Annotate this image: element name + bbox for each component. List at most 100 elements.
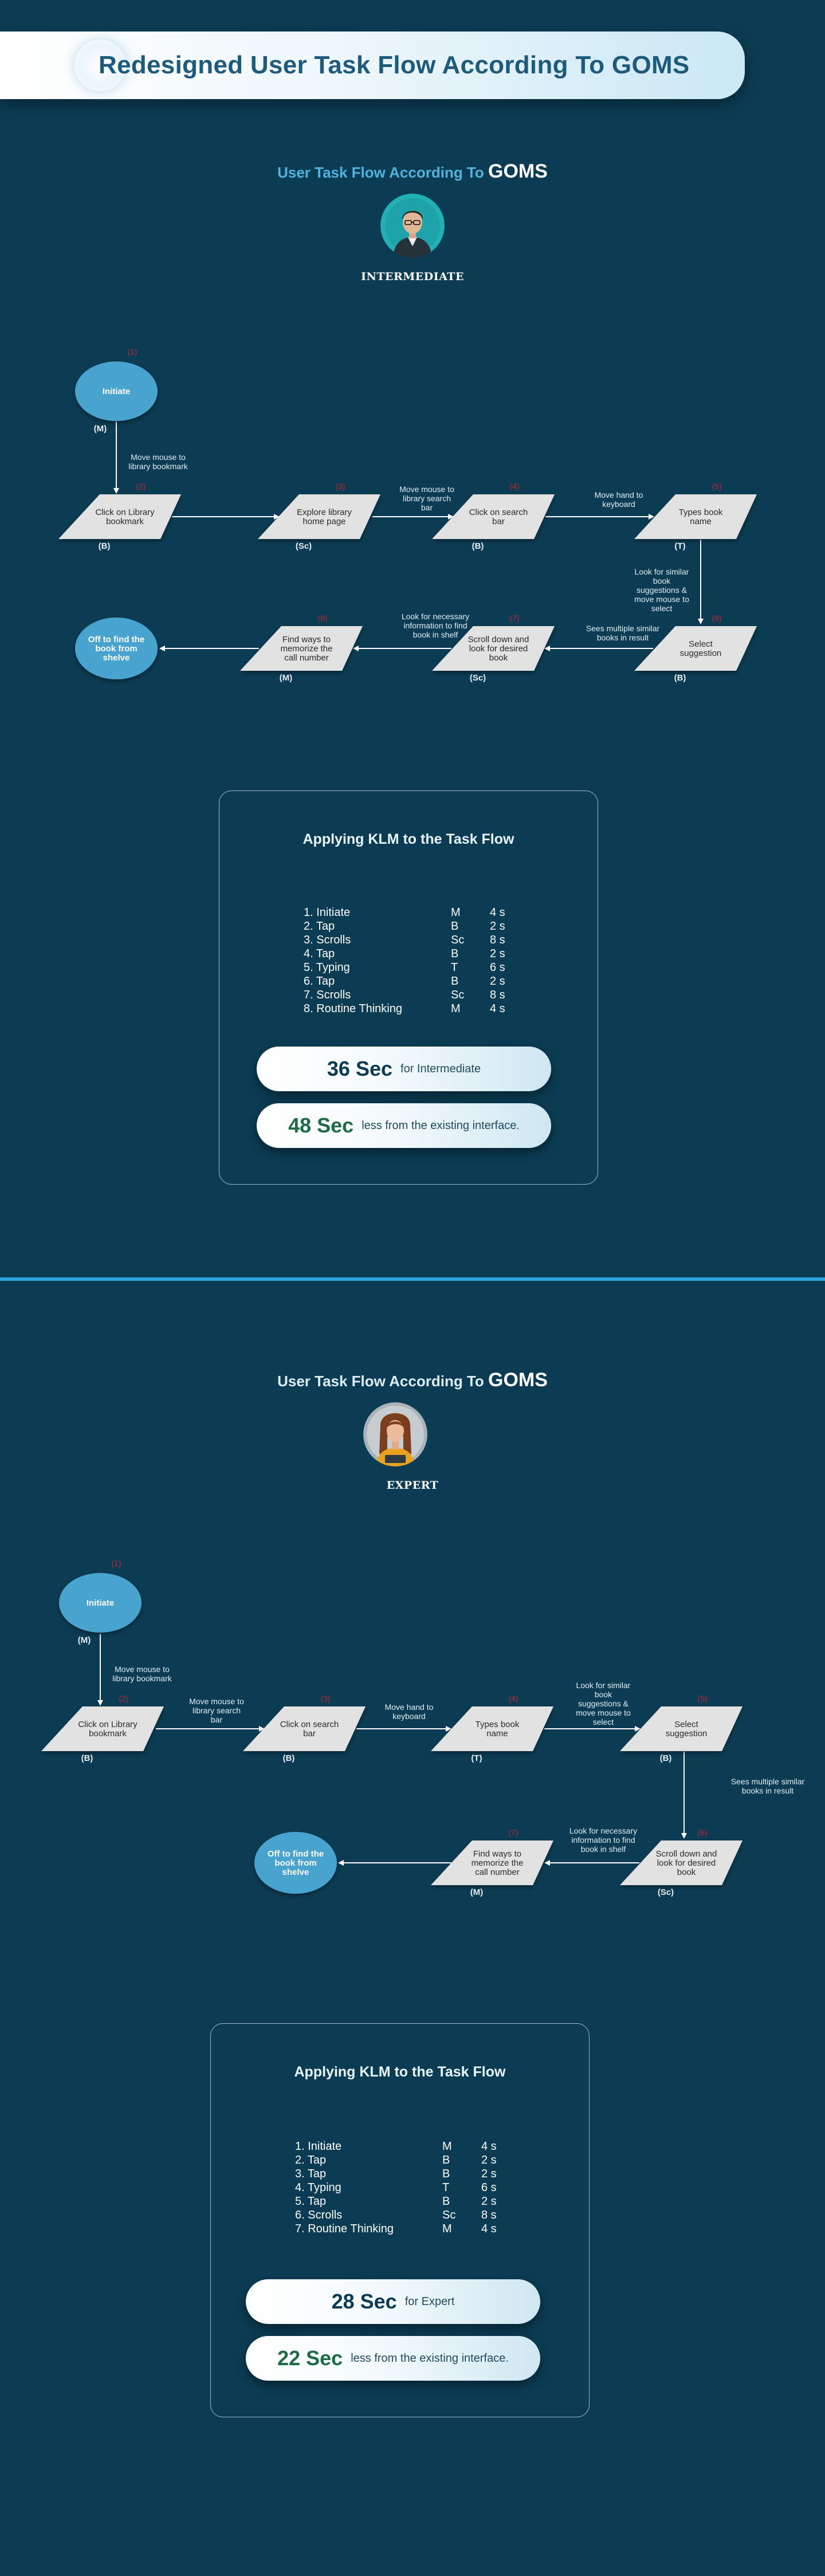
edge-label: information to find bbox=[571, 1835, 635, 1845]
node-label: look for desired bbox=[469, 644, 528, 654]
klm-operator-code: M bbox=[451, 906, 461, 919]
klm-step-name: 2. Tap bbox=[304, 920, 335, 933]
edge-label: Move mouse to bbox=[131, 453, 186, 462]
klm-card-intermediate: Applying KLM to the Task Flow 1. Initiat… bbox=[219, 791, 598, 1185]
operator-code: (B) bbox=[660, 1753, 672, 1763]
node-label: book bbox=[677, 1867, 696, 1877]
node-label: bar bbox=[303, 1729, 316, 1739]
klm-step-name: 3. Tap bbox=[295, 2168, 327, 2180]
node-label: call number bbox=[475, 1867, 520, 1877]
klm-time: 2 s bbox=[481, 2195, 497, 2208]
heading-prefix: User Task Flow According To bbox=[277, 1372, 484, 1390]
edge-label: Look for similar bbox=[576, 1681, 631, 1690]
klm-step-name: 4. Typing bbox=[295, 2181, 341, 2194]
edge-label: Move hand to bbox=[595, 490, 643, 500]
step-number: (8) bbox=[317, 613, 327, 623]
klm-row: 7. Scrolls Sc 8 s bbox=[304, 988, 544, 1002]
node-label: bookmark bbox=[89, 1729, 127, 1739]
node-label: Click on Library bbox=[95, 508, 155, 517]
edge-label: book in shelf bbox=[413, 630, 458, 639]
klm-step-name: 2. Tap bbox=[295, 2154, 327, 2166]
klm-time: 6 s bbox=[490, 961, 505, 974]
step-number: (7) bbox=[508, 1828, 518, 1837]
node-label: Off to find the bbox=[88, 635, 144, 644]
klm-operator-code: B bbox=[451, 920, 459, 933]
operator-code: (Sc) bbox=[470, 673, 486, 683]
klm-operator-code: B bbox=[451, 975, 459, 988]
node-label: look for desired bbox=[657, 1858, 716, 1868]
klm-row: 5. Tap B 2 s bbox=[295, 2194, 536, 2208]
node-label: name bbox=[690, 517, 712, 526]
node-label: suggestion bbox=[666, 1729, 708, 1739]
edge-label: keyboard bbox=[602, 500, 635, 509]
flow-terminal-node: Initiate (1) (M) bbox=[59, 1559, 142, 1645]
operator-code: (T) bbox=[471, 1753, 482, 1763]
klm-step-name: 1. Initiate bbox=[304, 906, 351, 919]
klm-time: 4 s bbox=[490, 1002, 505, 1015]
flow-process-node: Click on Librarybookmark (2) (B) bbox=[41, 1694, 164, 1763]
node-label: Click on search bbox=[280, 1720, 339, 1729]
time-saving-pill: 48 Sec less from the existing interface. bbox=[257, 1103, 551, 1148]
total-time-value: 28 Sec bbox=[331, 2290, 397, 2313]
klm-operator-code: Sc bbox=[451, 989, 465, 1001]
edge-label: library search bbox=[403, 494, 451, 503]
node-label: Scroll down and bbox=[468, 635, 529, 644]
step-number: (4) bbox=[508, 1694, 518, 1703]
edge-label: select bbox=[593, 1717, 614, 1726]
klm-step-name: 7. Routine Thinking bbox=[295, 2223, 394, 2235]
edge-label: library bookmark bbox=[128, 462, 188, 471]
title-banner: Redesigned User Task Flow According To G… bbox=[0, 32, 745, 99]
edge-label: library bookmark bbox=[112, 1674, 172, 1683]
klm-time: 4 s bbox=[490, 906, 505, 919]
step-number: (6) bbox=[712, 613, 721, 623]
klm-operator-code: Sc bbox=[451, 934, 465, 946]
edge-label: Move mouse to bbox=[115, 1665, 170, 1674]
klm-row: 2. Tap B 2 s bbox=[295, 2153, 536, 2167]
node-label: memorize the bbox=[472, 1858, 524, 1868]
task-flow-intermediate: Move mouse tolibrary bookmarkMove mouse … bbox=[58, 347, 757, 683]
klm-time: 8 s bbox=[481, 2209, 497, 2221]
operator-code: (B) bbox=[81, 1753, 93, 1763]
heading-goms: GOMS bbox=[488, 1369, 548, 1391]
operator-code: (B) bbox=[99, 541, 111, 551]
node-label: call number bbox=[284, 653, 329, 663]
time-saving-value: 22 Sec bbox=[277, 2346, 343, 2370]
person-avatar-icon bbox=[380, 194, 445, 258]
edge-label: suggestions & bbox=[637, 585, 688, 595]
klm-step-name: 1. Initiate bbox=[295, 2140, 342, 2153]
operator-code: (Sc) bbox=[296, 541, 312, 551]
klm-operator-code: M bbox=[451, 1002, 461, 1015]
step-number: (5) bbox=[712, 482, 721, 491]
node-label: bookmark bbox=[106, 517, 144, 526]
klm-time: 2 s bbox=[490, 920, 505, 933]
klm-row: 8. Routine Thinking M 4 s bbox=[304, 1002, 544, 1016]
operator-code: (T) bbox=[674, 541, 685, 551]
total-time-label: for Intermediate bbox=[400, 1062, 481, 1075]
klm-time: 2 s bbox=[490, 947, 505, 960]
node-label: book bbox=[489, 653, 508, 663]
node-label: name bbox=[486, 1729, 508, 1739]
operator-code: (B) bbox=[283, 1753, 295, 1763]
page-title: Redesigned User Task Flow According To G… bbox=[99, 51, 690, 79]
node-label: book from bbox=[274, 1858, 316, 1868]
operator-code: (M) bbox=[78, 1635, 91, 1645]
klm-row: 7. Routine Thinking M 4 s bbox=[295, 2222, 536, 2236]
klm-row: 1. Initiate M 4 s bbox=[304, 906, 544, 919]
node-label: Types book bbox=[476, 1720, 520, 1729]
edge-label: Sees multiple similar bbox=[586, 624, 660, 633]
section-divider bbox=[0, 1277, 825, 1281]
total-time-pill: 28 Sec for Expert bbox=[246, 2279, 540, 2324]
klm-step-name: 3. Scrolls bbox=[304, 934, 351, 946]
edge-label: books in result bbox=[597, 633, 649, 642]
heading-prefix: User Task Flow According To bbox=[277, 164, 484, 181]
flow-terminal-node: Initiate (1) (M) bbox=[75, 347, 158, 434]
step-number: (1) bbox=[127, 347, 137, 356]
edge-label: move mouse to bbox=[576, 1708, 631, 1717]
edge-label: Move hand to bbox=[385, 1702, 434, 1712]
node-label: book from bbox=[95, 644, 137, 654]
klm-time: 6 s bbox=[481, 2181, 497, 2194]
step-number: (2) bbox=[136, 482, 146, 491]
klm-operator-code: Sc bbox=[442, 2209, 456, 2221]
klm-row: 3. Tap B 2 s bbox=[295, 2167, 536, 2181]
edge-label: suggestions & bbox=[578, 1699, 629, 1708]
